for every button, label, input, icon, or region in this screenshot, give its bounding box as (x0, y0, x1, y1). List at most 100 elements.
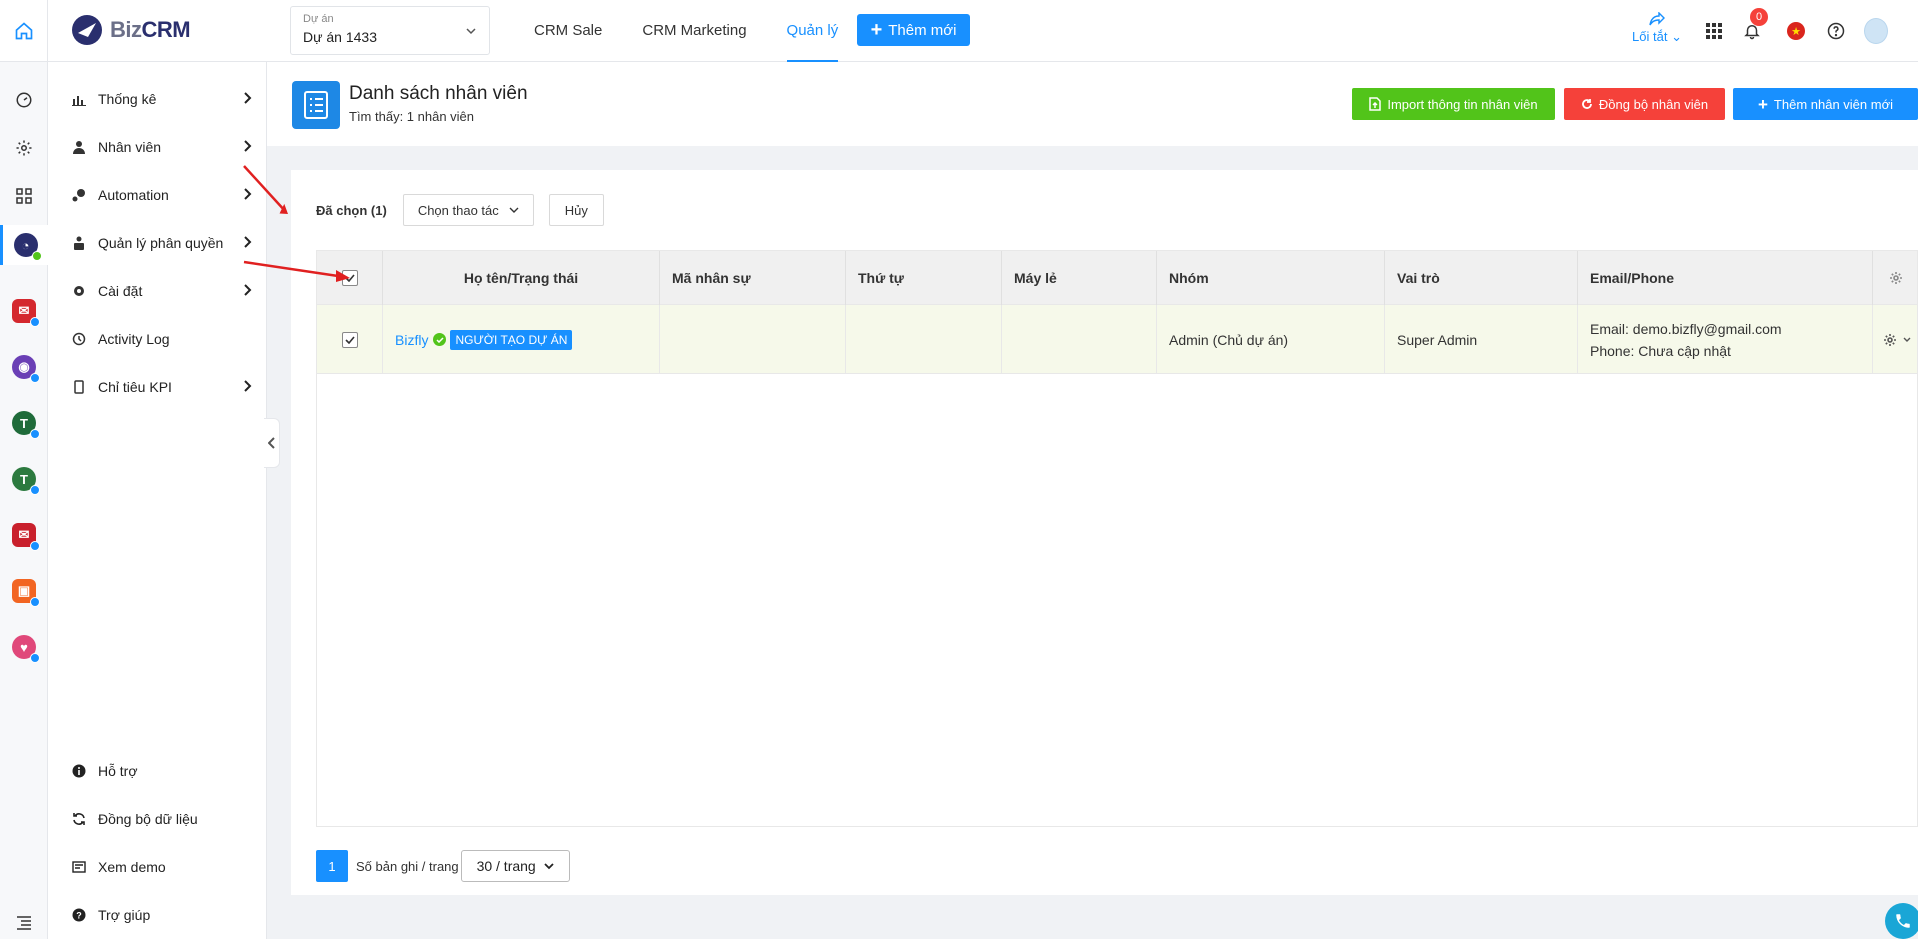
rail-app-eye[interactable]: ◉ (0, 347, 48, 387)
apps-grid-icon (1706, 23, 1722, 39)
table-row[interactable]: Bizfly NGƯỜI TẠO DỰ ÁN Admin (Chủ dự án)… (317, 305, 1917, 374)
bulk-action-dropdown[interactable]: Chọn thao tác (402, 194, 534, 226)
gear-icon (72, 284, 86, 298)
sidebar-item-activity-log[interactable]: Activity Log (72, 329, 252, 349)
rail-app-heart[interactable]: ♥ (0, 627, 48, 667)
code-cell (660, 305, 846, 374)
logo-text-biz: Biz (110, 17, 142, 42)
chevron-right-icon (244, 188, 252, 200)
role-cell: Super Admin (1385, 305, 1578, 374)
add-new-label: Thêm mới (888, 21, 957, 39)
rail-dashboard[interactable] (0, 80, 48, 120)
cancel-selection-button[interactable]: Hủy (548, 194, 604, 226)
chevron-right-icon (244, 140, 252, 152)
row-select-cell (317, 305, 383, 374)
plus-icon: + (870, 19, 883, 41)
bar-chart-icon (72, 92, 86, 106)
rail-bizcrm[interactable]: ◔ (0, 225, 48, 265)
user-icon (72, 140, 86, 154)
sidebar-item-quan-ly-phan-quyen[interactable]: Quản lý phân quyền (72, 233, 252, 253)
import-employees-label: Import thông tin nhân viên (1387, 96, 1538, 112)
rail-app-mail[interactable]: ✉ (0, 291, 48, 331)
sidebar-item-label: Nhân viên (98, 139, 162, 155)
t-app-icon-2: T (12, 467, 40, 495)
nav-quan-ly[interactable]: Quản lý (786, 0, 839, 62)
sidebar-item-cai-dat[interactable]: Cài đặt (72, 281, 252, 301)
column-header-role[interactable]: Vai trò (1385, 251, 1578, 305)
phone-call-button[interactable] (1885, 903, 1918, 939)
add-new-button[interactable]: + Thêm mới (857, 14, 970, 46)
sidebar-item-ho-tro[interactable]: Hỗ trợ (72, 761, 252, 781)
column-header-extension[interactable]: Máy lẻ (1002, 251, 1157, 305)
sidebar-item-label: Đồng bộ dữ liệu (98, 811, 198, 827)
notification-button[interactable]: 0 (1740, 8, 1768, 43)
page-1-button[interactable]: 1 (316, 850, 348, 882)
sidebar-item-thong-ke[interactable]: Thống kê (72, 89, 252, 109)
shortcut-menu[interactable]: Lối tắt ⌄ (1630, 11, 1684, 45)
chevron-right-icon (244, 236, 252, 248)
column-header-group[interactable]: Nhóm (1157, 251, 1385, 305)
permission-icon (72, 236, 86, 250)
employee-table: Họ tên/Trạng thái Mã nhân sự Thứ tự Máy … (316, 250, 1918, 827)
mail-app-icon-2: ✉ (12, 523, 40, 551)
per-page-value: 30 / trang (476, 858, 536, 874)
bizcrm-app-icon: ◔ (13, 233, 42, 261)
row-checkbox[interactable] (341, 331, 358, 348)
sidebar-item-label: Trợ giúp (98, 907, 151, 923)
rail-menu-toggle[interactable] (0, 903, 48, 939)
chevron-right-icon (244, 92, 252, 104)
logo-icon (72, 15, 102, 45)
column-header-code[interactable]: Mã nhân sự (660, 251, 846, 305)
collapse-sidebar-button[interactable] (264, 418, 280, 468)
nav-crm-sale[interactable]: CRM Sale (534, 0, 602, 62)
apps-grid-button[interactable] (1702, 19, 1726, 43)
bag-app-icon: ▣ (12, 579, 40, 607)
employee-phone: Phone: Chưa cập nhật (1590, 342, 1731, 359)
rail-settings[interactable] (0, 128, 48, 168)
bizcrm-logo[interactable]: BizCRM (70, 10, 191, 50)
sidebar-item-dong-bo[interactable]: Đồng bộ dữ liệu (72, 809, 252, 829)
rail-app-mail-2[interactable]: ✉ (0, 515, 48, 555)
home-button[interactable] (0, 0, 48, 62)
rail-app-bag[interactable]: ▣ (0, 571, 48, 611)
refresh-icon (1582, 99, 1592, 109)
sync-employees-button[interactable]: Đồng bộ nhân viên (1564, 88, 1725, 120)
employee-name-link[interactable]: Bizfly (395, 332, 428, 348)
shortcut-label: Lối tắt (1632, 29, 1668, 44)
sidebar-item-tro-giup[interactable]: ? Trợ giúp (72, 905, 252, 925)
add-employee-button[interactable]: + Thêm nhân viên mới (1733, 88, 1918, 120)
per-page-select[interactable]: 30 / trang (460, 850, 570, 882)
rail-apps[interactable] (0, 176, 48, 216)
rail-app-t1[interactable]: T (0, 403, 48, 443)
plus-icon: + (1757, 94, 1768, 114)
sync-icon (72, 812, 86, 826)
help-button[interactable] (1824, 19, 1848, 43)
language-button[interactable]: ★ (1784, 19, 1808, 43)
column-settings-cell[interactable] (1873, 251, 1918, 305)
sidebar-item-nhan-vien[interactable]: Nhân viên (72, 137, 252, 157)
extension-cell (1002, 305, 1157, 374)
column-header-email-phone[interactable]: Email/Phone (1578, 251, 1873, 305)
demo-icon (72, 860, 86, 874)
project-selector[interactable]: Dự án Dự án 1433 (290, 6, 490, 55)
user-menu[interactable] (1864, 18, 1888, 44)
sidebar-item-chi-tieu-kpi[interactable]: Chỉ tiêu KPI (72, 377, 252, 397)
speedometer-icon (16, 92, 32, 108)
mail-app-icon: ✉ (12, 299, 40, 327)
menu-list-icon (17, 916, 31, 930)
sidebar-item-label: Thống kê (98, 91, 157, 107)
chevron-down-icon (509, 207, 519, 213)
select-all-checkbox[interactable] (341, 270, 358, 286)
row-actions-cell[interactable] (1873, 305, 1918, 374)
sidebar-item-xem-demo[interactable]: Xem demo (72, 857, 252, 877)
chevron-down-icon (466, 28, 476, 35)
nav-crm-marketing[interactable]: CRM Marketing (642, 0, 746, 62)
selection-toolbar: Đã chọn (1) Chọn thao tác Hủy (316, 194, 604, 226)
import-employees-button[interactable]: Import thông tin nhân viên (1352, 88, 1555, 120)
add-employee-label: Thêm nhân viên mới (1773, 96, 1893, 112)
sidebar-item-automation[interactable]: Automation (72, 185, 252, 205)
rail-app-t2[interactable]: T (0, 459, 48, 499)
column-header-order[interactable]: Thứ tự (846, 251, 1002, 305)
sidebar-item-label: Quản lý phân quyền (98, 235, 224, 251)
column-header-name[interactable]: Họ tên/Trạng thái (383, 251, 660, 305)
